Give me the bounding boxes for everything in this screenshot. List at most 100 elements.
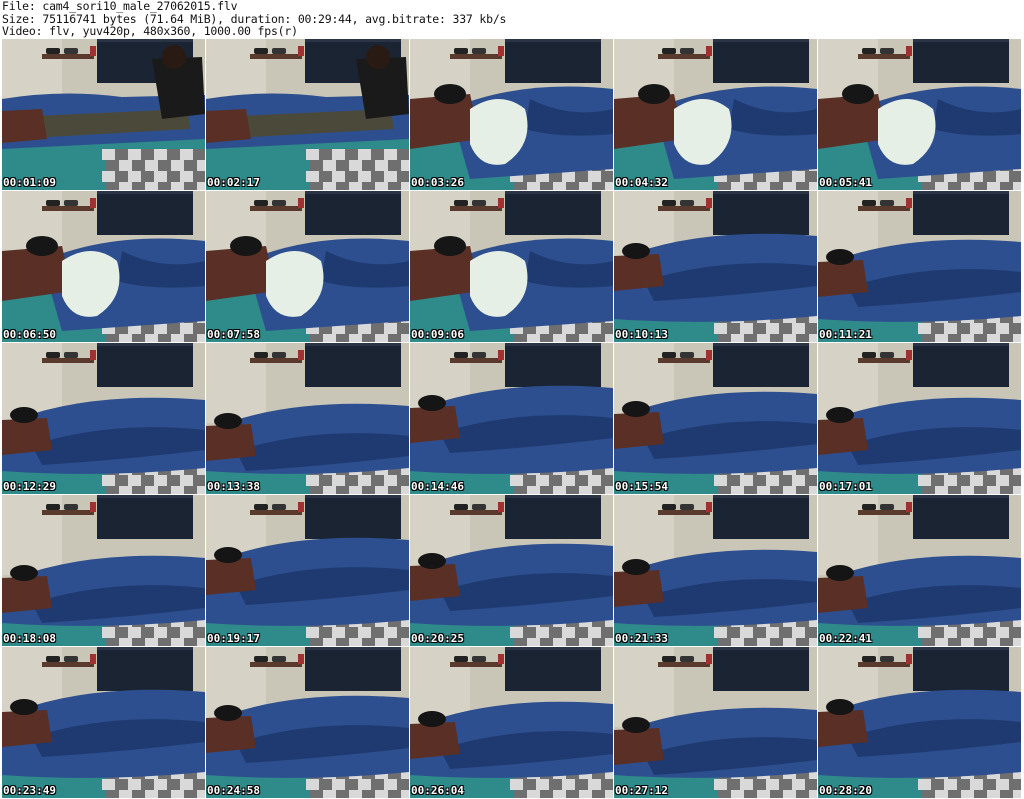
shelf [658, 358, 710, 363]
video-thumbnail[interactable]: 00:03:26 [410, 39, 613, 190]
video-thumbnail[interactable]: 00:15:54 [614, 343, 817, 494]
thumbnail-scene [614, 343, 817, 494]
shelf [42, 206, 94, 211]
thumbnail-timestamp: 00:01:09 [3, 176, 56, 189]
shelf [42, 54, 94, 59]
window [305, 495, 401, 539]
video-thumbnail[interactable]: 00:28:20 [818, 647, 1021, 798]
video-thumbnail[interactable]: 00:04:32 [614, 39, 817, 190]
thumbnail-timestamp: 00:17:01 [819, 480, 872, 493]
video-thumbnail[interactable]: 00:22:41 [818, 495, 1021, 646]
video-thumbnail[interactable]: 00:27:12 [614, 647, 817, 798]
video-thumbnail[interactable]: 00:20:25 [410, 495, 613, 646]
window [505, 191, 601, 235]
video-thumbnail[interactable]: 00:24:58 [206, 647, 409, 798]
thumbnail-grid: 00:01:09 00:02:17 00:03:26 00:04:32 00:05:41… [2, 39, 1022, 798]
thumbnail-timestamp: 00:02:17 [207, 176, 260, 189]
video-thumbnail[interactable]: 00:23:49 [2, 647, 205, 798]
thumbnail-scene [410, 191, 613, 342]
shelf [250, 510, 302, 515]
thumbnail-timestamp: 00:10:13 [615, 328, 668, 341]
window [97, 647, 193, 691]
thumbnail-timestamp: 00:07:58 [207, 328, 260, 341]
thumbnail-timestamp: 00:26:04 [411, 784, 464, 797]
window [913, 191, 1009, 235]
window [713, 495, 809, 539]
window [713, 191, 809, 235]
thumbnail-timestamp: 00:11:21 [819, 328, 872, 341]
window [97, 343, 193, 387]
video-thumbnail[interactable]: 00:18:08 [2, 495, 205, 646]
checkered-blanket [102, 149, 205, 190]
video-thumbnail[interactable]: 00:02:17 [206, 39, 409, 190]
checkered-blanket [306, 149, 409, 190]
thumbnail-scene [614, 495, 817, 646]
video-thumbnail[interactable]: 00:07:58 [206, 191, 409, 342]
video-thumbnail[interactable]: 00:11:21 [818, 191, 1021, 342]
window [913, 343, 1009, 387]
thumbnail-scene [818, 495, 1021, 646]
shelf [450, 54, 502, 59]
thumbnail-scene [410, 39, 613, 190]
shelf [658, 662, 710, 667]
thumbnail-timestamp: 00:05:41 [819, 176, 872, 189]
video-thumbnail[interactable]: 00:01:09 [2, 39, 205, 190]
thumbnail-scene [206, 343, 409, 494]
shelf [450, 510, 502, 515]
video-thumbnail[interactable]: 00:05:41 [818, 39, 1021, 190]
thumbnail-timestamp: 00:18:08 [3, 632, 56, 645]
window [713, 39, 809, 83]
thumbnail-timestamp: 00:24:58 [207, 784, 260, 797]
window [505, 495, 601, 539]
window [713, 343, 809, 387]
thumbnail-timestamp: 00:28:20 [819, 784, 872, 797]
shelf [658, 510, 710, 515]
window [505, 647, 601, 691]
video-thumbnail[interactable]: 00:13:38 [206, 343, 409, 494]
file-info-header: File: cam4_sori10_male_27062015.flv Size… [2, 0, 1022, 38]
thumbnail-timestamp: 00:13:38 [207, 480, 260, 493]
thumbnail-timestamp: 00:12:29 [3, 480, 56, 493]
video-thumbnail[interactable]: 00:10:13 [614, 191, 817, 342]
thumbnail-timestamp: 00:21:33 [615, 632, 668, 645]
shelf [250, 662, 302, 667]
video-thumbnail[interactable]: 00:17:01 [818, 343, 1021, 494]
window [305, 343, 401, 387]
shelf [250, 54, 302, 59]
window [505, 39, 601, 83]
window [913, 495, 1009, 539]
shelf [858, 510, 910, 515]
video-thumbnail[interactable]: 00:14:46 [410, 343, 613, 494]
video-thumbnail[interactable]: 00:26:04 [410, 647, 613, 798]
thumbnail-scene [410, 495, 613, 646]
thumbnail-scene [818, 343, 1021, 494]
video-thumbnail[interactable]: 00:09:06 [410, 191, 613, 342]
thumbnail-scene [2, 495, 205, 646]
thumbnail-scene [2, 191, 205, 342]
video-thumbnail[interactable]: 00:19:17 [206, 495, 409, 646]
video-thumbnail[interactable]: 00:12:29 [2, 343, 205, 494]
thumbnail-scene [614, 647, 817, 798]
window [97, 191, 193, 235]
thumbnail-scene [206, 495, 409, 646]
thumbnail-scene [2, 39, 205, 190]
thumbnail-scene [206, 647, 409, 798]
video-thumbnail[interactable]: 00:06:50 [2, 191, 205, 342]
shelf [658, 206, 710, 211]
thumbnail-timestamp: 00:27:12 [615, 784, 668, 797]
thumbnail-scene [2, 343, 205, 494]
shelf [250, 358, 302, 363]
shelf [658, 54, 710, 59]
thumbnail-timestamp: 00:20:25 [411, 632, 464, 645]
window [713, 647, 809, 691]
shelf [858, 358, 910, 363]
thumbnail-timestamp: 00:04:32 [615, 176, 668, 189]
video-thumbnail[interactable]: 00:21:33 [614, 495, 817, 646]
shelf [42, 358, 94, 363]
thumbnail-scene [818, 647, 1021, 798]
thumbnail-timestamp: 00:09:06 [411, 328, 464, 341]
shelf [450, 206, 502, 211]
shelf [450, 662, 502, 667]
shelf [42, 510, 94, 515]
thumbnail-scene [614, 39, 817, 190]
